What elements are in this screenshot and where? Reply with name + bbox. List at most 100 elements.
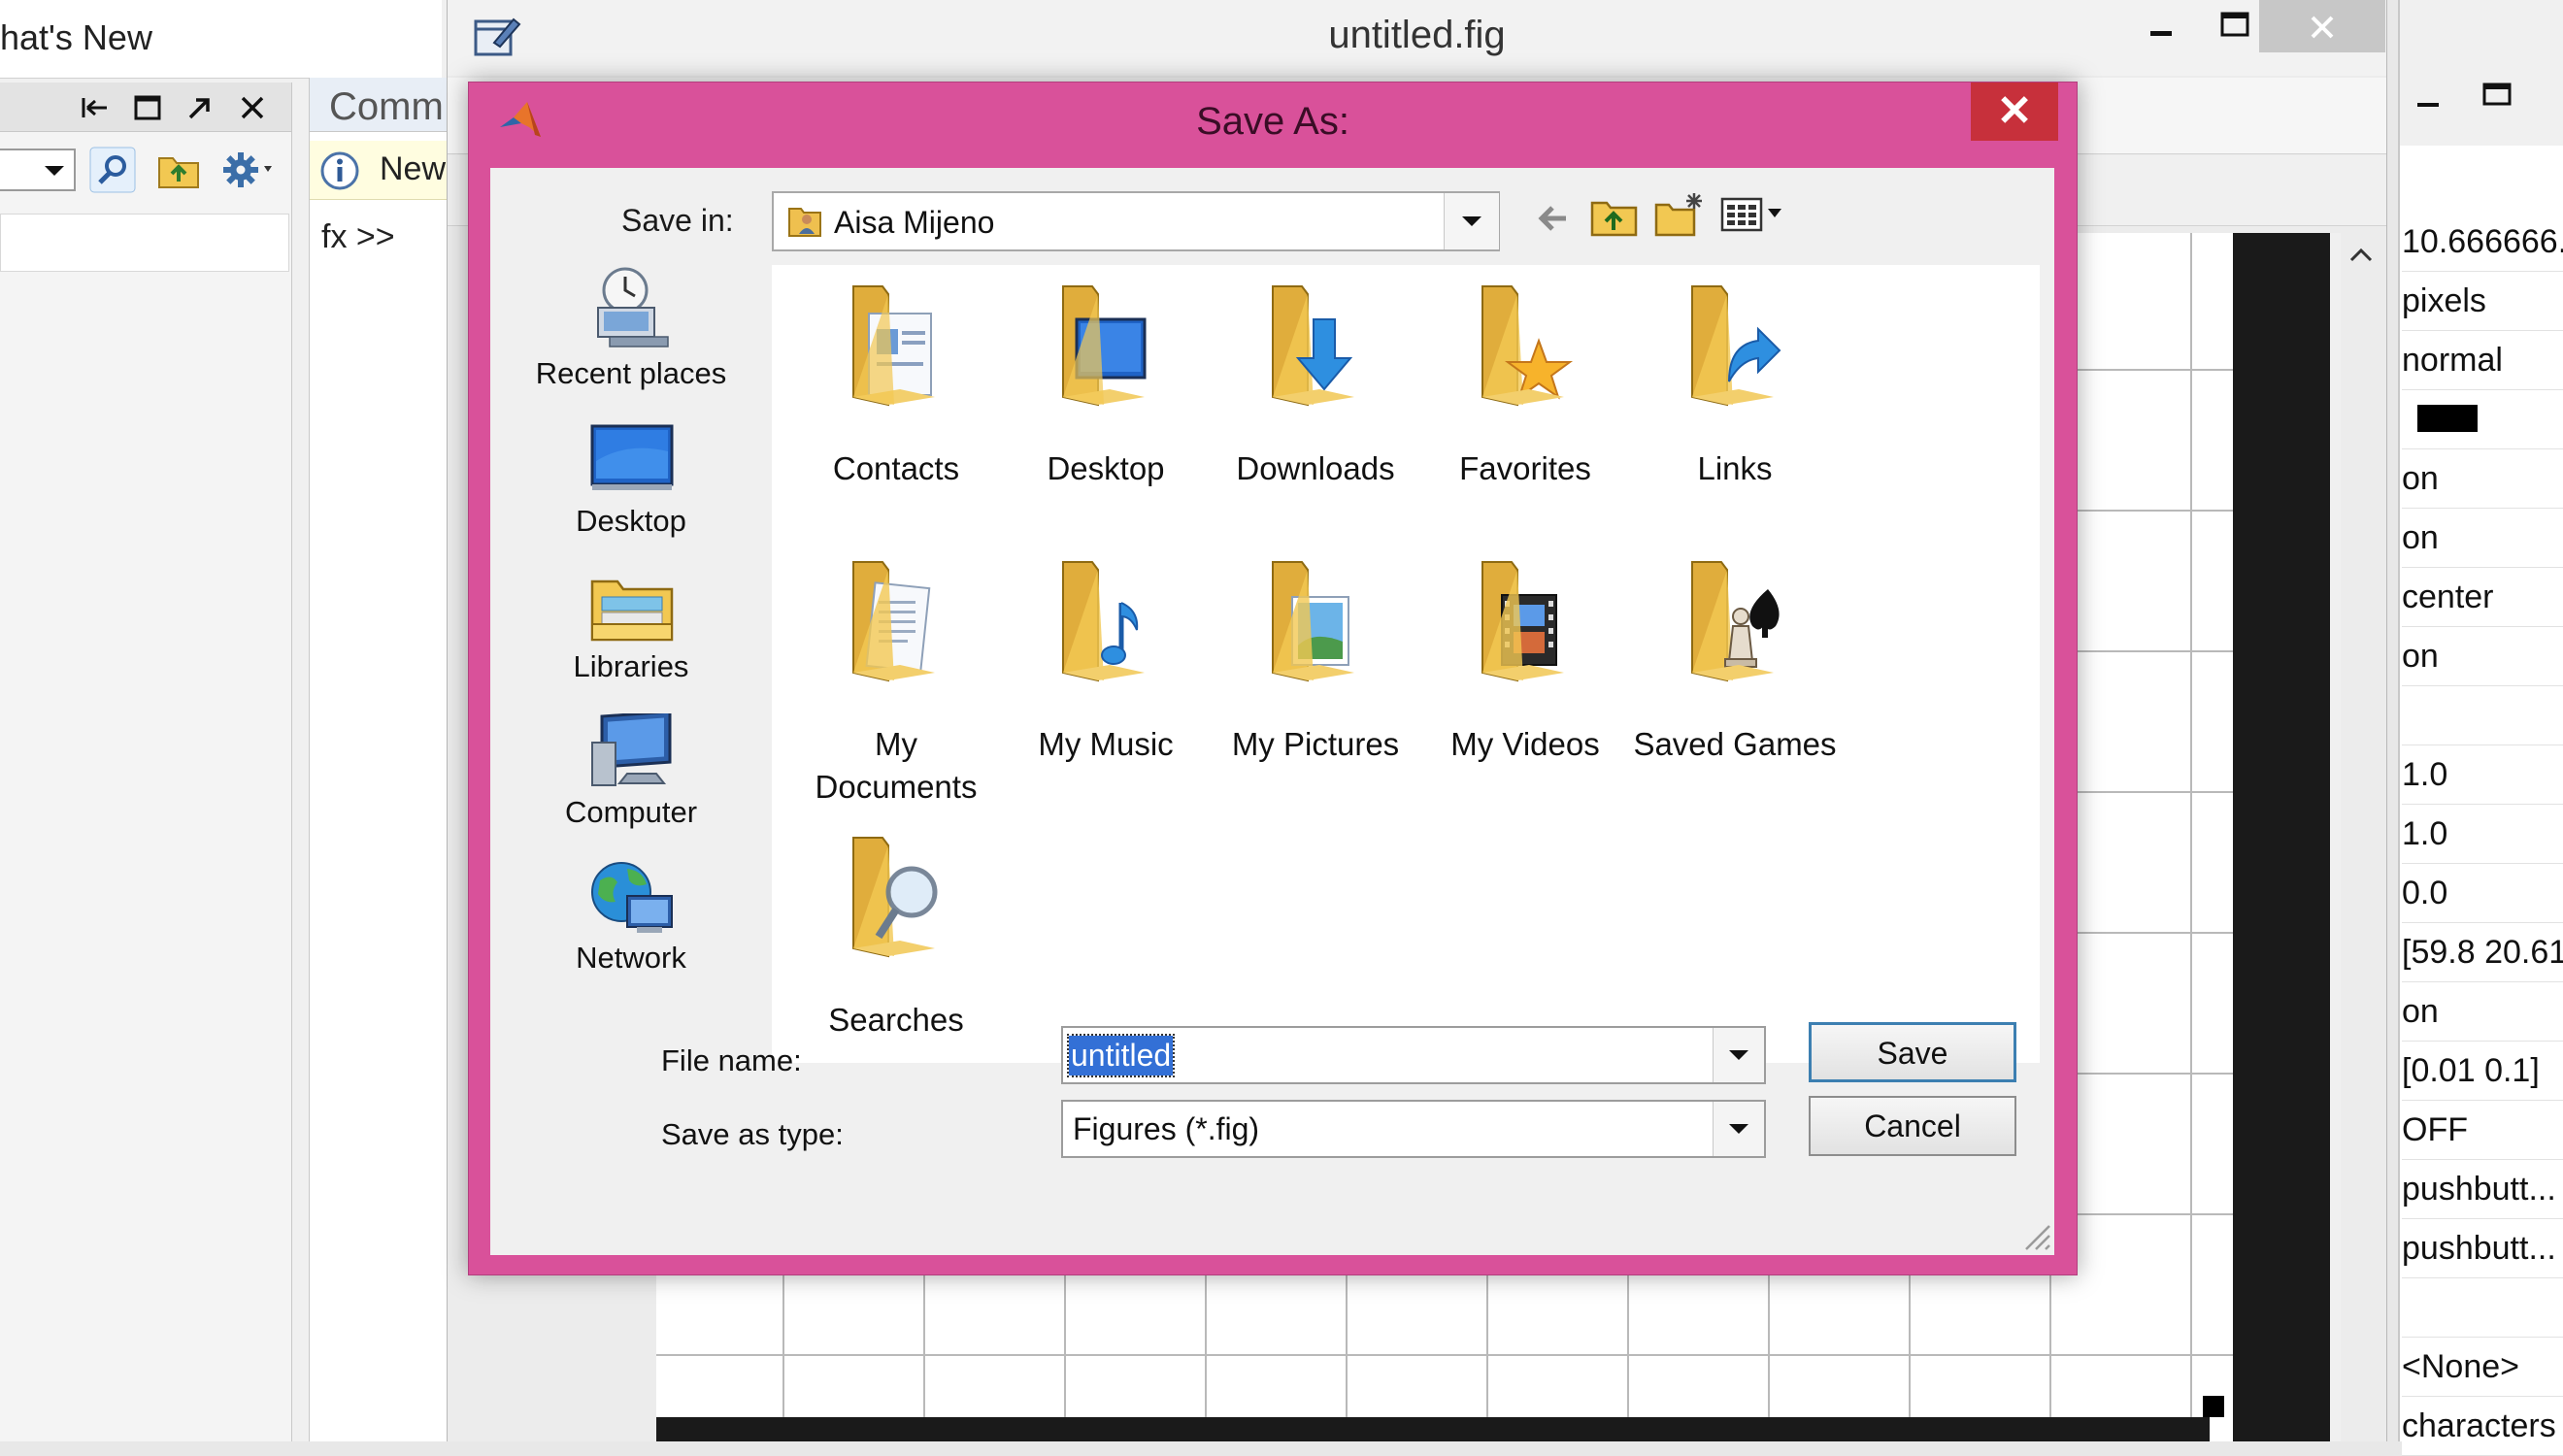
place-libraries[interactable]: Libraries xyxy=(490,568,772,704)
file-item-desktop[interactable]: Desktop xyxy=(1001,281,1211,504)
popout-icon[interactable] xyxy=(181,88,219,127)
inspector-value[interactable]: on xyxy=(2402,510,2563,568)
file-item-saved-games[interactable]: Saved Games xyxy=(1630,556,1840,779)
folder-path-field[interactable] xyxy=(0,214,289,272)
place-network[interactable]: Network xyxy=(490,859,772,995)
inspector-value[interactable]: 1.0 xyxy=(2402,806,2563,864)
inspector-value[interactable]: pixels xyxy=(2402,273,2563,331)
search-icon[interactable] xyxy=(89,147,136,193)
undock-icon[interactable] xyxy=(76,88,115,127)
scroll-up-arrow-icon[interactable] xyxy=(2346,243,2377,266)
inspector-value[interactable] xyxy=(2402,687,2563,745)
maximize-icon[interactable] xyxy=(2478,76,2516,115)
file-item-searches[interactable]: Searches xyxy=(791,832,1001,1055)
inspector-value[interactable]: on xyxy=(2402,983,2563,1042)
save-in-label: Save in: xyxy=(621,203,734,238)
place-computer[interactable]: Computer xyxy=(490,713,772,849)
downloads-folder-icon xyxy=(1272,285,1354,407)
dialog-body: Save in: Aisa Mijeno Recent places Deskt… xyxy=(490,168,2054,1255)
save-in-value: Aisa Mijeno xyxy=(834,205,995,240)
network-icon xyxy=(591,862,673,933)
file-name-combobox[interactable]: untitled xyxy=(1061,1026,1766,1084)
place-label: Computer xyxy=(564,795,698,829)
inspector-value[interactable]: [59.8 20.615 xyxy=(2402,924,2563,982)
current-folder-panel xyxy=(0,83,292,1441)
videos-folder-icon xyxy=(1481,561,1564,682)
folder-history-dropdown[interactable] xyxy=(0,149,76,191)
music-folder-icon xyxy=(1062,561,1145,682)
inspector-value[interactable]: characters xyxy=(2402,1398,2563,1456)
resize-grip-icon[interactable] xyxy=(2016,1216,2051,1251)
command-window-tab[interactable]: Comm xyxy=(310,78,448,132)
maximize-icon[interactable] xyxy=(2211,4,2259,47)
file-item-my-pictures[interactable]: My Pictures xyxy=(1211,556,1420,779)
up-one-level-icon[interactable] xyxy=(1589,191,1640,240)
file-name-input[interactable]: untitled xyxy=(1066,1034,1176,1077)
file-item-links[interactable]: Links xyxy=(1630,281,1840,504)
links-folder-icon xyxy=(1691,285,1781,407)
inspector-value[interactable]: OFF xyxy=(2402,1102,2563,1160)
file-label: Favorites xyxy=(1459,450,1591,486)
inspector-value[interactable]: pushbutt... xyxy=(2402,1220,2563,1278)
cancel-button[interactable]: Cancel xyxy=(1809,1096,2016,1156)
view-menu-icon[interactable] xyxy=(1719,193,1787,238)
dialog-close-button[interactable]: ✕ xyxy=(1971,83,2058,141)
inspector-color-value[interactable] xyxy=(2402,391,2563,449)
save-button[interactable]: Save xyxy=(1809,1022,2016,1082)
back-arrow-icon[interactable] xyxy=(1529,195,1576,242)
command-prompt[interactable]: fx >> xyxy=(321,218,395,256)
save-as-dialog: Save As: ✕ Save in: Aisa Mijeno Recent p… xyxy=(468,82,2078,1275)
file-item-favorites[interactable]: Favorites xyxy=(1420,281,1630,504)
inspector-value[interactable]: center xyxy=(2402,569,2563,627)
new-to-matlab-banner[interactable]: New xyxy=(310,141,448,200)
current-folder-toolbar xyxy=(0,141,291,199)
inspector-value[interactable]: normal xyxy=(2402,332,2563,390)
close-icon[interactable] xyxy=(233,88,272,127)
inspector-value[interactable] xyxy=(2402,1279,2563,1338)
file-item-my-documents[interactable]: My Documents xyxy=(791,556,1001,809)
minimize-icon[interactable] xyxy=(2137,6,2185,49)
file-label: Desktop xyxy=(1047,450,1165,486)
inspector-value[interactable]: 10.666666... xyxy=(2402,214,2563,272)
file-item-contacts[interactable]: Contacts xyxy=(791,281,1001,504)
recent-places-icon xyxy=(597,267,669,347)
inspector-value[interactable]: 1.0 xyxy=(2402,746,2563,805)
file-item-my-videos[interactable]: My Videos xyxy=(1420,556,1630,779)
file-label: Contacts xyxy=(832,450,960,486)
chevron-down-icon xyxy=(1729,1124,1748,1134)
file-label: My Documents xyxy=(815,726,978,805)
maximize-icon[interactable] xyxy=(128,88,167,127)
place-label: Libraries xyxy=(573,649,689,683)
file-item-my-music[interactable]: My Music xyxy=(1001,556,1211,779)
saved-games-folder-icon xyxy=(1691,561,1780,682)
save-as-type-combobox[interactable]: Figures (*.fig) xyxy=(1061,1100,1766,1158)
file-label: Downloads xyxy=(1236,450,1395,486)
inspector-value[interactable]: pushbutt... xyxy=(2402,1161,2563,1219)
whats-new-tab[interactable]: hat's New xyxy=(0,0,442,79)
place-desktop[interactable]: Desktop xyxy=(490,422,772,558)
new-folder-icon[interactable] xyxy=(1653,191,1706,240)
file-label: Links xyxy=(1697,450,1773,486)
chevron-down-icon xyxy=(1729,1050,1748,1060)
inspector-value[interactable]: <None> xyxy=(2402,1339,2563,1397)
vertical-scrollbar[interactable] xyxy=(2330,233,2341,1441)
save-in-combobox[interactable]: Aisa Mijeno xyxy=(772,191,1500,251)
inspector-value[interactable]: [0.01 0.1] xyxy=(2402,1042,2563,1101)
save-in-dropdown-button[interactable] xyxy=(1444,193,1499,249)
inspector-value[interactable]: on xyxy=(2402,450,2563,509)
place-recent-places[interactable]: Recent places xyxy=(490,265,772,411)
file-item-downloads[interactable]: Downloads xyxy=(1211,281,1420,504)
matlab-left-panel: hat's New Comm New fx >> xyxy=(0,0,448,1441)
inspector-value[interactable]: 0.0 xyxy=(2402,865,2563,923)
inspector-value[interactable]: on xyxy=(2402,628,2563,686)
settings-gear-icon[interactable] xyxy=(221,149,282,191)
file-list[interactable]: Contacts Desktop Downloads Favorites Lin… xyxy=(772,265,2040,1063)
up-folder-icon[interactable] xyxy=(155,149,202,191)
minimize-icon[interactable] xyxy=(2410,82,2448,120)
file-name-dropdown-button[interactable] xyxy=(1713,1028,1764,1082)
resize-handle[interactable] xyxy=(2203,1396,2224,1417)
whats-new-label: hat's New xyxy=(0,17,152,57)
guide-close-button[interactable] xyxy=(2259,0,2385,52)
save-as-type-dropdown-button[interactable] xyxy=(1713,1102,1764,1156)
place-label: Network xyxy=(576,941,686,975)
